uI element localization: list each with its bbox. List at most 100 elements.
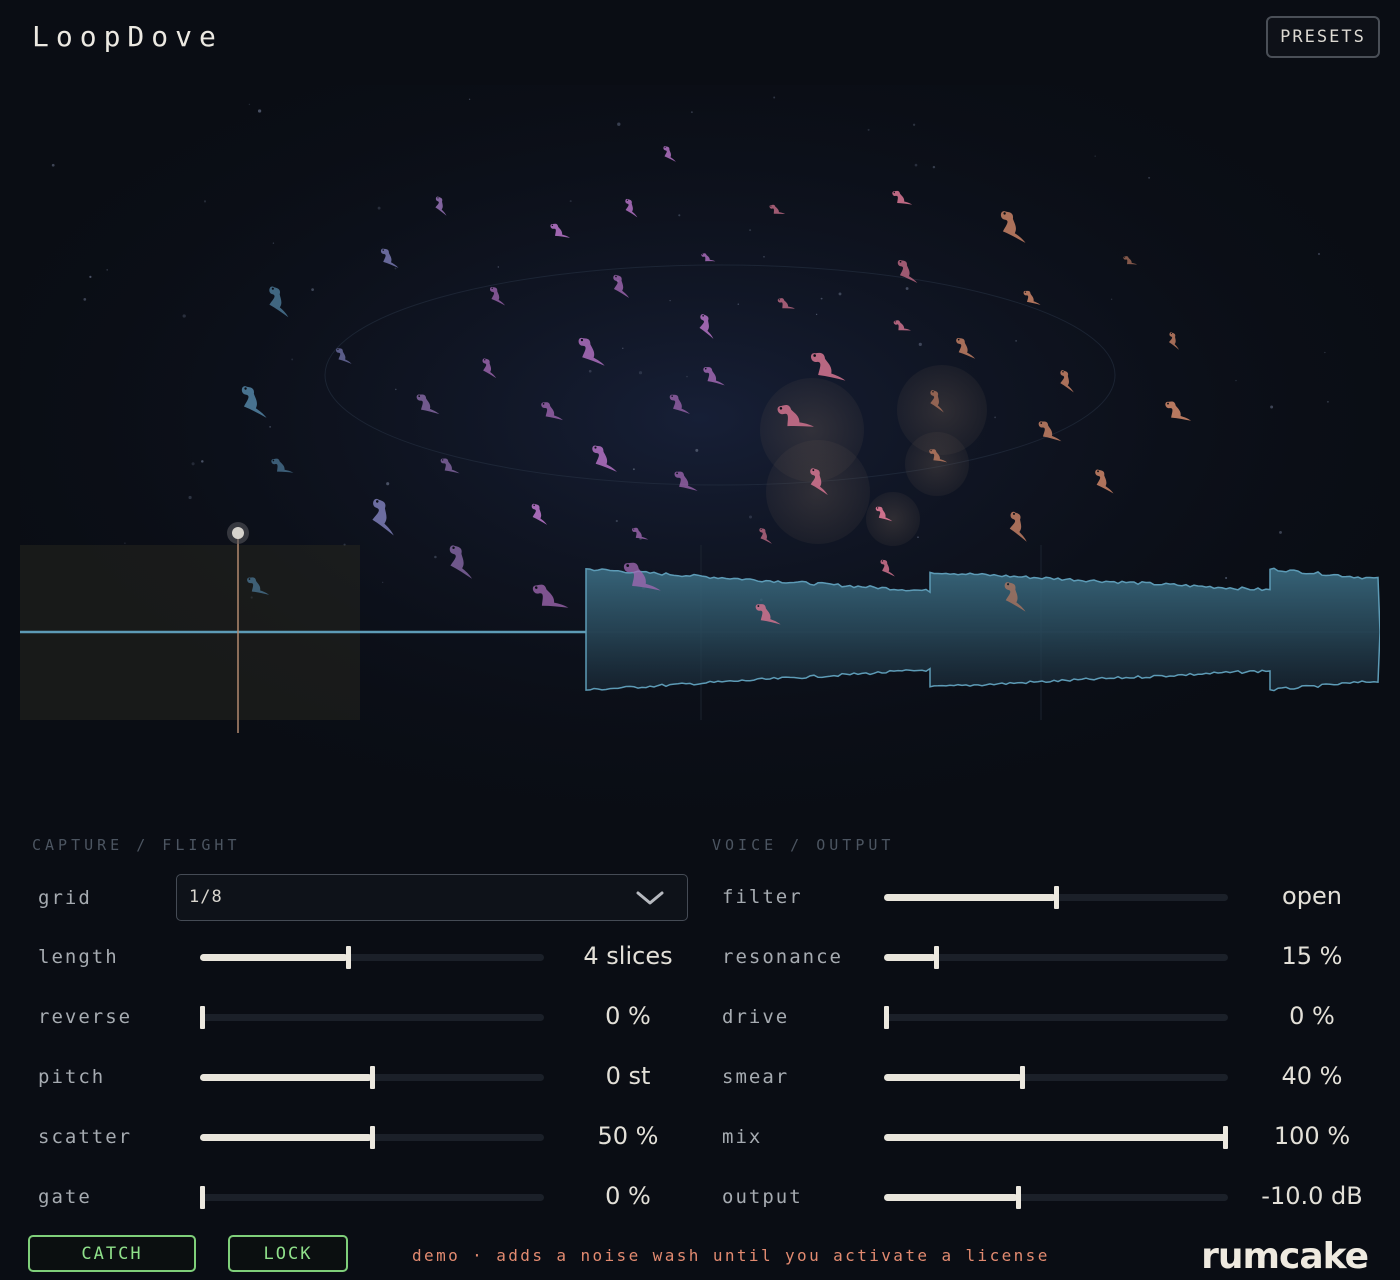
star (1148, 176, 1151, 179)
star (815, 313, 818, 316)
output-slider[interactable] (884, 1186, 1228, 1209)
smear-slider-thumb[interactable] (1019, 1066, 1025, 1089)
scatter-slider[interactable] (200, 1126, 544, 1149)
waveform-canvas[interactable] (20, 85, 1380, 825)
length-value: 4 slices (583, 942, 673, 970)
grid-dropdown[interactable]: 1/8 (176, 874, 688, 921)
star (773, 96, 776, 99)
mix-slider-thumb[interactable] (1223, 1126, 1228, 1149)
star (191, 462, 195, 466)
drive-slider[interactable] (884, 1006, 1228, 1029)
mix-label: mix (722, 1126, 763, 1148)
star (669, 299, 671, 302)
star (311, 288, 314, 291)
drive-slider-thumb[interactable] (884, 1006, 889, 1029)
scatter-slider-thumb[interactable] (370, 1126, 375, 1149)
reverse-slider[interactable] (200, 1006, 544, 1029)
star (1324, 351, 1326, 354)
star (83, 298, 87, 301)
pitch-label: pitch (38, 1066, 106, 1088)
star (905, 287, 909, 290)
chevron-down-icon (636, 891, 664, 905)
flock-visualizer[interactable] (20, 85, 1380, 825)
star (569, 200, 572, 203)
app-title: LoopDove (32, 20, 223, 53)
star (617, 122, 621, 126)
star (382, 581, 384, 583)
star (182, 314, 186, 318)
mix-slider[interactable] (884, 1126, 1228, 1149)
length-slider[interactable] (200, 946, 544, 969)
mix-value: 100 % (1273, 1122, 1351, 1150)
reverse-label: reverse (38, 1006, 133, 1028)
star (269, 426, 271, 428)
star (820, 297, 823, 300)
star (749, 229, 752, 232)
output-value: -10.0 dB (1261, 1182, 1363, 1210)
star (188, 495, 192, 500)
output-label: output (722, 1186, 803, 1208)
star (1094, 155, 1096, 157)
resonance-slider[interactable] (884, 946, 1228, 969)
star (51, 163, 55, 167)
star (1015, 340, 1017, 342)
filter-slider-thumb[interactable] (1054, 886, 1059, 909)
star (395, 388, 397, 391)
reverse-slider-thumb[interactable] (200, 1006, 205, 1029)
playhead-knob[interactable] (232, 527, 244, 539)
star (994, 416, 996, 419)
star (106, 269, 109, 271)
star (622, 347, 624, 349)
pitch-slider-thumb[interactable] (370, 1066, 375, 1089)
reverse-value: 0 % (605, 1002, 651, 1030)
star (124, 542, 126, 544)
star (386, 482, 390, 486)
star (89, 275, 92, 279)
grain-bubble (766, 440, 870, 544)
filter-slider[interactable] (884, 886, 1228, 909)
pitch-slider[interactable] (200, 1066, 544, 1089)
star (272, 242, 275, 244)
star (1326, 400, 1329, 403)
output-slider-thumb[interactable] (1016, 1186, 1022, 1209)
star (737, 303, 740, 305)
star (1317, 252, 1321, 256)
star (695, 448, 699, 452)
resonance-slider-thumb[interactable] (933, 946, 939, 969)
catch-button[interactable]: CATCH (28, 1235, 196, 1272)
drive-value: 0 % (1289, 1002, 1335, 1030)
smear-slider[interactable] (884, 1066, 1228, 1089)
scatter-label: scatter (38, 1126, 133, 1148)
star (912, 123, 916, 126)
star (638, 371, 643, 375)
star (201, 460, 204, 463)
gate-slider-thumb[interactable] (200, 1186, 205, 1209)
output-slider-fill (884, 1194, 1019, 1201)
filter-slider-fill (884, 894, 1056, 901)
star (632, 468, 635, 471)
smear-value: 40 % (1281, 1062, 1343, 1090)
star (690, 111, 693, 114)
gate-label: gate (38, 1186, 92, 1208)
gate-slider[interactable] (200, 1186, 544, 1209)
length-slider-thumb[interactable] (345, 946, 351, 969)
star (1225, 576, 1228, 580)
length-slider-fill (200, 954, 348, 961)
star (394, 267, 397, 270)
star (257, 109, 262, 113)
grid-label: grid (38, 887, 92, 909)
star (1235, 379, 1237, 382)
scatter-value: 50 % (597, 1122, 659, 1150)
star (748, 515, 753, 519)
presets-button[interactable]: PRESETS (1266, 16, 1380, 58)
star (686, 375, 688, 378)
star (763, 256, 765, 258)
star (377, 206, 381, 210)
filter-value: open (1282, 882, 1342, 910)
lock-button[interactable]: LOCK (228, 1235, 348, 1272)
resonance-label: resonance (722, 946, 843, 968)
star (248, 103, 251, 106)
star (1110, 298, 1113, 300)
grain-bubble (866, 492, 920, 546)
grain-bubble (905, 432, 969, 496)
